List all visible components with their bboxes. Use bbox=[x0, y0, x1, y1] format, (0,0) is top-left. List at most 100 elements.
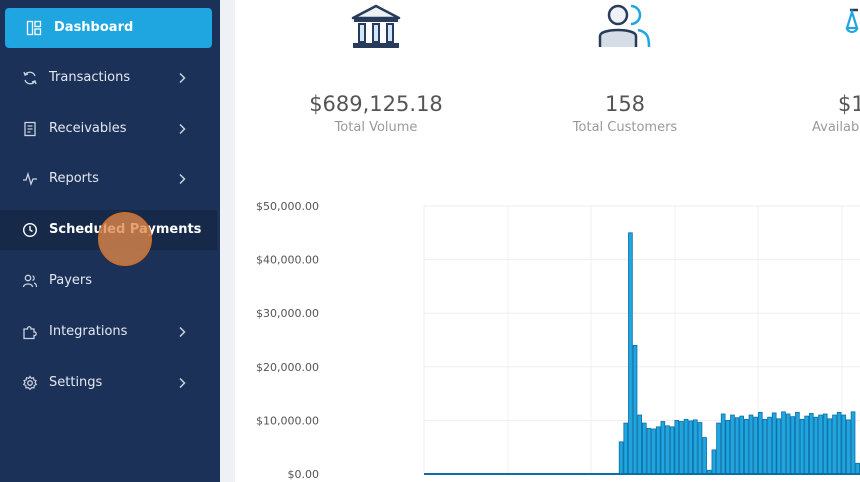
stat-value: $1 bbox=[838, 92, 860, 116]
chart-bar bbox=[781, 411, 786, 475]
app-root: Dashboard Transactions Receivables Repor… bbox=[0, 0, 860, 482]
chart-bar bbox=[757, 411, 763, 475]
stat-caption: Total Customers bbox=[572, 120, 678, 135]
chart-bar bbox=[720, 413, 726, 475]
chart-bar bbox=[646, 428, 652, 475]
clock-icon bbox=[22, 222, 38, 238]
chart-bar bbox=[799, 418, 805, 475]
chart-bar bbox=[679, 421, 684, 475]
chart-bar bbox=[739, 415, 745, 475]
chart-bar bbox=[744, 418, 749, 475]
stat-available: $1 Availab bbox=[812, 92, 860, 135]
y-tick-label: $10,000.00 bbox=[256, 414, 319, 427]
stat-total-volume: $689,125.18 Total Volume bbox=[296, 92, 456, 135]
chart-bar bbox=[655, 426, 661, 475]
sidebar-item-receivables[interactable]: Receivables bbox=[0, 109, 220, 149]
scale-icon bbox=[845, 8, 859, 34]
stat-caption: Total Volume bbox=[334, 120, 418, 135]
chart-bar bbox=[660, 421, 666, 475]
chart-bar bbox=[716, 422, 721, 475]
y-tick-label: $50,000.00 bbox=[256, 200, 319, 213]
chart-bar bbox=[641, 422, 647, 475]
sidebar-item-label: Integrations bbox=[49, 324, 128, 339]
stat-value: 158 bbox=[604, 92, 646, 116]
chart-bar bbox=[665, 425, 670, 475]
receipt-icon bbox=[24, 121, 36, 137]
chart-bar bbox=[795, 411, 800, 475]
chart-bar bbox=[855, 462, 860, 475]
chart-bar bbox=[628, 232, 633, 475]
y-tick-label: $0.00 bbox=[288, 468, 320, 481]
sidebar-item-label: Reports bbox=[49, 171, 99, 186]
chevron-right-icon bbox=[179, 326, 186, 338]
chart-bar bbox=[637, 414, 642, 475]
sidebar-item-label: Transactions bbox=[49, 70, 131, 85]
sidebar-gutter bbox=[220, 0, 235, 482]
sidebar-item-settings[interactable]: Settings bbox=[0, 363, 220, 403]
chart-bar bbox=[790, 416, 796, 475]
chart-bar bbox=[808, 413, 814, 475]
chart-bar bbox=[841, 414, 847, 475]
stat-total-customers: 158 Total Customers bbox=[545, 92, 705, 135]
chevron-right-icon bbox=[179, 72, 186, 84]
chart-bar bbox=[767, 416, 772, 475]
gear-icon bbox=[22, 375, 38, 391]
chevron-right-icon bbox=[179, 173, 186, 185]
customers-icon bbox=[598, 4, 651, 48]
chart-bar bbox=[776, 418, 782, 475]
chart-bar bbox=[651, 428, 656, 475]
chart-bar bbox=[734, 417, 740, 475]
chart-bar bbox=[711, 449, 717, 475]
puzzle-icon bbox=[23, 326, 37, 340]
chart-bar bbox=[832, 414, 837, 475]
chart-bar bbox=[827, 418, 833, 475]
chart-bar bbox=[697, 422, 703, 475]
y-tick-label: $40,000.00 bbox=[256, 254, 319, 267]
chart-bar bbox=[850, 411, 856, 475]
chart-bar bbox=[836, 411, 842, 475]
sidebar-item-label: Settings bbox=[49, 375, 103, 390]
stat-caption: Availab bbox=[812, 120, 860, 135]
chart-bar bbox=[623, 422, 629, 475]
chart-bar bbox=[669, 426, 675, 475]
sidebar-item-integrations[interactable]: Integrations bbox=[0, 312, 220, 352]
chart-bar bbox=[785, 413, 791, 475]
sidebar-item-label: Receivables bbox=[49, 121, 127, 136]
y-tick-label: $30,000.00 bbox=[256, 307, 319, 320]
chart-bar bbox=[688, 420, 694, 475]
y-tick-label: $20,000.00 bbox=[256, 361, 319, 374]
refresh-icon bbox=[23, 71, 37, 85]
chevron-right-icon bbox=[179, 377, 186, 389]
sidebar-item-label: Payers bbox=[49, 273, 93, 288]
chart-bar bbox=[683, 418, 689, 475]
chart-bar bbox=[753, 416, 758, 475]
chart-bar bbox=[818, 414, 823, 475]
chart-bar bbox=[804, 415, 809, 475]
chevron-right-icon bbox=[179, 123, 186, 135]
sidebar: Dashboard Transactions Receivables Repor… bbox=[0, 0, 220, 482]
chart-bar bbox=[693, 419, 698, 475]
chart-bar bbox=[702, 437, 707, 475]
users-icon bbox=[22, 274, 38, 288]
chart-bar bbox=[846, 419, 851, 475]
chart-bar bbox=[771, 412, 777, 475]
chart-bar bbox=[674, 419, 680, 475]
chart-bar bbox=[632, 344, 638, 475]
chart-bar bbox=[725, 419, 731, 475]
chart-bar bbox=[730, 414, 735, 475]
sidebar-item-label: Dashboard bbox=[54, 20, 134, 35]
bank-icon bbox=[351, 4, 401, 48]
sidebar-item-reports[interactable]: Reports bbox=[0, 159, 220, 199]
sidebar-item-dashboard[interactable]: Dashboard bbox=[5, 8, 212, 48]
volume-bar-chart: $50,000.00 $40,000.00 $30,000.00 $20,000.00… bbox=[256, 200, 860, 481]
chart-bar bbox=[618, 441, 624, 475]
chart-bar bbox=[748, 414, 754, 475]
sidebar-item-transactions[interactable]: Transactions bbox=[0, 58, 220, 98]
chart-bar bbox=[813, 416, 819, 475]
chart-bar bbox=[822, 413, 828, 475]
sidebar-item-payers[interactable]: Payers bbox=[0, 261, 220, 301]
activity-icon bbox=[23, 171, 37, 186]
stat-value: $689,125.18 bbox=[309, 92, 443, 116]
click-indicator bbox=[98, 212, 152, 266]
chart-bar bbox=[762, 418, 768, 475]
